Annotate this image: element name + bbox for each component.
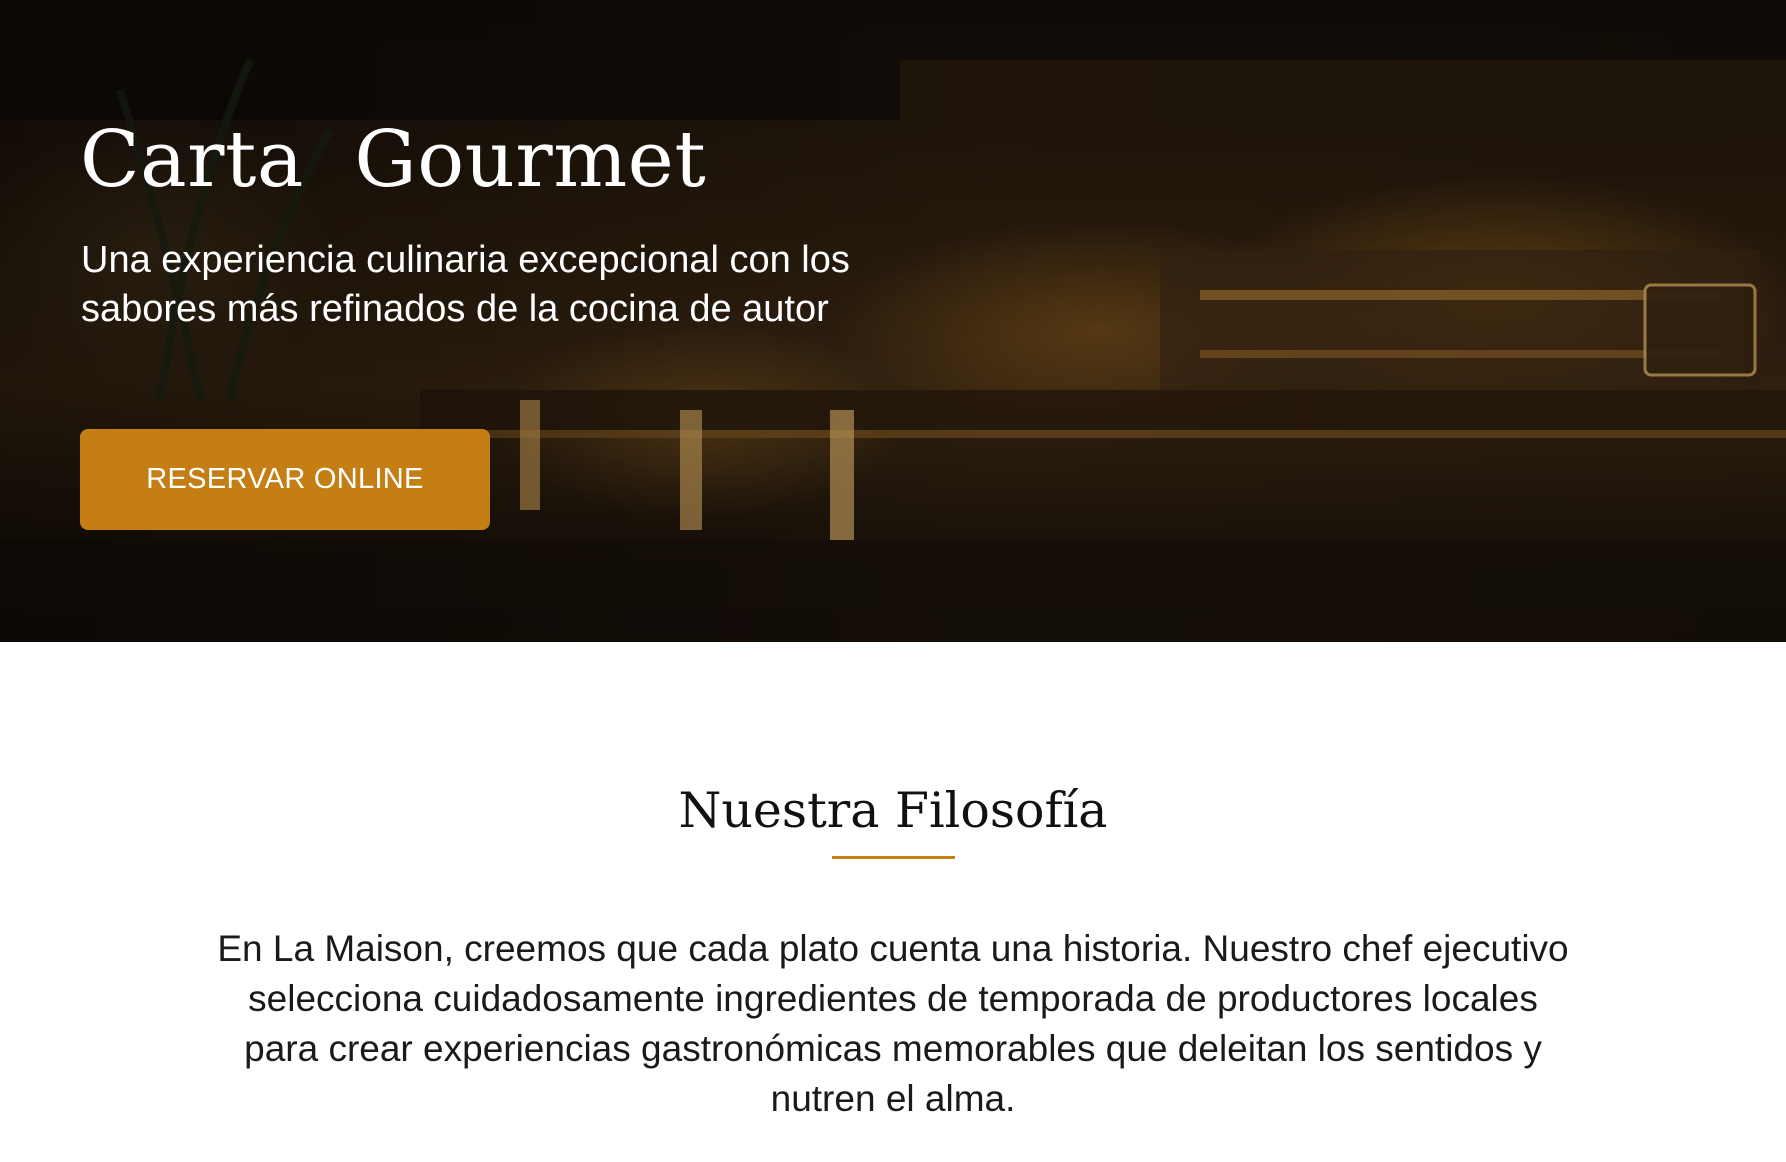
hero-section: Carta Gourmet Una experiencia culinaria … [0, 0, 1786, 642]
philosophy-text: En La Maison, creemos que cada plato cue… [217, 928, 1569, 1119]
hero-subtitle: Una experiencia culinaria excepcional co… [81, 239, 850, 330]
section-title: Nuestra Filosofía [678, 782, 1108, 839]
philosophy-section: Nuestra Filosofía En La Maison, creemos … [0, 642, 1786, 1162]
title-divider [832, 856, 955, 859]
reserve-online-button[interactable]: RESERVAR ONLINE [80, 429, 490, 530]
hero-title: Carta Gourmet [80, 115, 707, 205]
